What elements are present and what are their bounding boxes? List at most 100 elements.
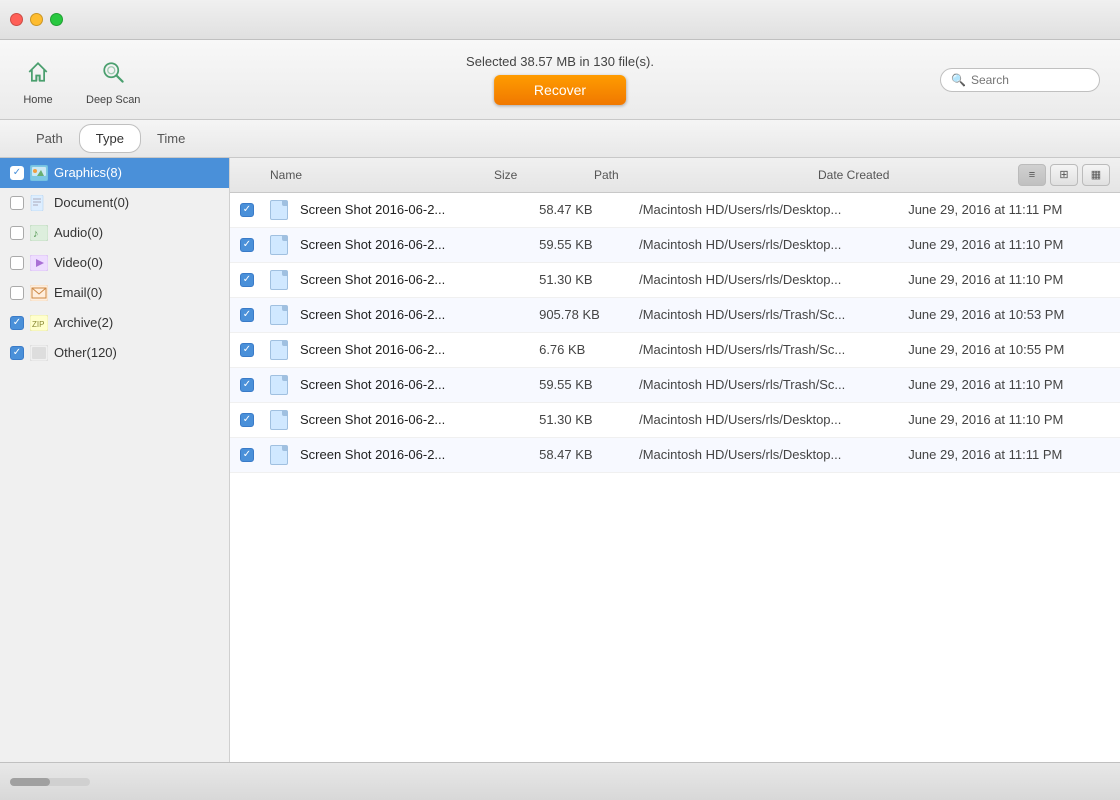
- file-type-icon-4: [270, 340, 292, 360]
- sidebar-icon-document: [30, 195, 48, 211]
- sidebar-item-audio[interactable]: ♪Audio(0): [0, 218, 229, 248]
- sidebar-label-other: Other(120): [54, 345, 117, 360]
- sidebar-checkbox-graphics[interactable]: [10, 166, 24, 180]
- table-row[interactable]: Screen Shot 2016-06-2... 58.47 KB /Macin…: [230, 193, 1120, 228]
- file-type-icon-1: [270, 235, 292, 255]
- row-check-7[interactable]: [240, 448, 270, 462]
- scrollbar-track[interactable]: [10, 778, 90, 786]
- sidebar-checkbox-archive[interactable]: [10, 316, 24, 330]
- table-row[interactable]: Screen Shot 2016-06-2... 51.30 KB /Macin…: [230, 263, 1120, 298]
- sidebar-icon-video: [30, 255, 48, 271]
- file-path-5: /Macintosh HD/Users/rls/Trash/Sc...: [639, 377, 908, 392]
- sidebar-item-email[interactable]: Email(0): [0, 278, 229, 308]
- sidebar-item-document[interactable]: Document(0): [0, 188, 229, 218]
- svg-text:ZIP: ZIP: [32, 320, 44, 329]
- file-size-5: 59.55 KB: [539, 377, 639, 392]
- file-table: Screen Shot 2016-06-2... 58.47 KB /Macin…: [230, 193, 1120, 762]
- file-date-5: June 29, 2016 at 11:10 PM: [908, 377, 1110, 392]
- list-view-toggle[interactable]: ≡: [1018, 164, 1046, 186]
- file-icon-4: [270, 340, 288, 360]
- file-size-6: 51.30 KB: [539, 412, 639, 427]
- file-checkbox-2[interactable]: [240, 273, 254, 287]
- sidebar-item-archive[interactable]: ZIP Archive(2): [0, 308, 229, 338]
- file-date-3: June 29, 2016 at 10:53 PM: [908, 307, 1110, 322]
- table-row[interactable]: Screen Shot 2016-06-2... 59.55 KB /Macin…: [230, 368, 1120, 403]
- file-date-7: June 29, 2016 at 11:11 PM: [908, 447, 1110, 462]
- sidebar-checkbox-other[interactable]: [10, 346, 24, 360]
- file-size-2: 51.30 KB: [539, 272, 639, 287]
- sidebar-item-other[interactable]: Other(120): [0, 338, 229, 368]
- row-check-6[interactable]: [240, 413, 270, 427]
- file-path-4: /Macintosh HD/Users/rls/Trash/Sc...: [639, 342, 908, 357]
- file-table-header: Name Size Path Date Created ≡ ⊞ ▦: [230, 158, 1120, 193]
- search-input[interactable]: [971, 73, 1089, 87]
- row-check-5[interactable]: [240, 378, 270, 392]
- bottom-bar: [0, 762, 1120, 800]
- file-size-7: 58.47 KB: [539, 447, 639, 462]
- traffic-lights: [10, 13, 63, 26]
- sidebar-checkbox-audio[interactable]: [10, 226, 24, 240]
- row-check-2[interactable]: [240, 273, 270, 287]
- file-name-7: Screen Shot 2016-06-2...: [270, 445, 539, 465]
- row-check-3[interactable]: [240, 308, 270, 322]
- header-name: Name: [270, 168, 494, 182]
- header-date: Date Created: [818, 168, 1018, 182]
- sidebar-checkbox-email[interactable]: [10, 286, 24, 300]
- sidebar-icon-email: [30, 285, 48, 301]
- file-name-3: Screen Shot 2016-06-2...: [270, 305, 539, 325]
- file-type-icon-5: [270, 375, 292, 395]
- search-icon: 🔍: [951, 73, 966, 87]
- file-area: Name Size Path Date Created ≡ ⊞ ▦ Screen…: [230, 158, 1120, 762]
- file-path-6: /Macintosh HD/Users/rls/Desktop...: [639, 412, 908, 427]
- close-button[interactable]: [10, 13, 23, 26]
- file-checkbox-6[interactable]: [240, 413, 254, 427]
- svg-text:♪: ♪: [33, 228, 39, 240]
- sidebar-item-video[interactable]: Video(0): [0, 248, 229, 278]
- sidebar-icon-other: [30, 345, 48, 361]
- file-name-0: Screen Shot 2016-06-2...: [270, 200, 539, 220]
- file-path-1: /Macintosh HD/Users/rls/Desktop...: [639, 237, 908, 252]
- file-checkbox-5[interactable]: [240, 378, 254, 392]
- file-size-0: 58.47 KB: [539, 202, 639, 217]
- table-row[interactable]: Screen Shot 2016-06-2... 51.30 KB /Macin…: [230, 403, 1120, 438]
- table-row[interactable]: Screen Shot 2016-06-2... 6.76 KB /Macint…: [230, 333, 1120, 368]
- scrollbar-thumb[interactable]: [10, 778, 50, 786]
- file-size-3: 905.78 KB: [539, 307, 639, 322]
- home-button[interactable]: Home: [20, 54, 56, 106]
- home-label: Home: [23, 94, 52, 106]
- file-icon-6: [270, 410, 288, 430]
- file-icon-7: [270, 445, 288, 465]
- sidebar-label-archive: Archive(2): [54, 315, 113, 330]
- search-box: 🔍: [940, 68, 1100, 92]
- row-check-1[interactable]: [240, 238, 270, 252]
- deepscan-button[interactable]: Deep Scan: [86, 54, 140, 106]
- grid-view-toggle[interactable]: ⊞: [1050, 164, 1078, 186]
- sidebar-item-graphics[interactable]: Graphics(8): [0, 158, 229, 188]
- file-checkbox-7[interactable]: [240, 448, 254, 462]
- table-row[interactable]: Screen Shot 2016-06-2... 59.55 KB /Macin…: [230, 228, 1120, 263]
- file-checkbox-4[interactable]: [240, 343, 254, 357]
- minimize-button[interactable]: [30, 13, 43, 26]
- file-size-1: 59.55 KB: [539, 237, 639, 252]
- row-check-4[interactable]: [240, 343, 270, 357]
- file-icon-0: [270, 200, 288, 220]
- file-name-5: Screen Shot 2016-06-2...: [270, 375, 539, 395]
- file-type-icon-2: [270, 270, 292, 290]
- file-checkbox-0[interactable]: [240, 203, 254, 217]
- maximize-button[interactable]: [50, 13, 63, 26]
- table-row[interactable]: Screen Shot 2016-06-2... 905.78 KB /Maci…: [230, 298, 1120, 333]
- file-checkbox-3[interactable]: [240, 308, 254, 322]
- table-row[interactable]: Screen Shot 2016-06-2... 58.47 KB /Macin…: [230, 438, 1120, 473]
- tab-path[interactable]: Path: [20, 125, 79, 152]
- column-view-toggle[interactable]: ▦: [1082, 164, 1110, 186]
- tab-time[interactable]: Time: [141, 125, 201, 152]
- file-checkbox-1[interactable]: [240, 238, 254, 252]
- deepscan-label: Deep Scan: [86, 94, 140, 106]
- sidebar-checkbox-video[interactable]: [10, 256, 24, 270]
- sidebar-label-graphics: Graphics(8): [54, 165, 122, 180]
- sidebar-checkbox-document[interactable]: [10, 196, 24, 210]
- recover-button[interactable]: Recover: [494, 75, 626, 105]
- row-check-0[interactable]: [240, 203, 270, 217]
- tab-type[interactable]: Type: [79, 124, 141, 153]
- toolbar: Home Deep Scan Selected 38.57 MB in 130 …: [0, 40, 1120, 120]
